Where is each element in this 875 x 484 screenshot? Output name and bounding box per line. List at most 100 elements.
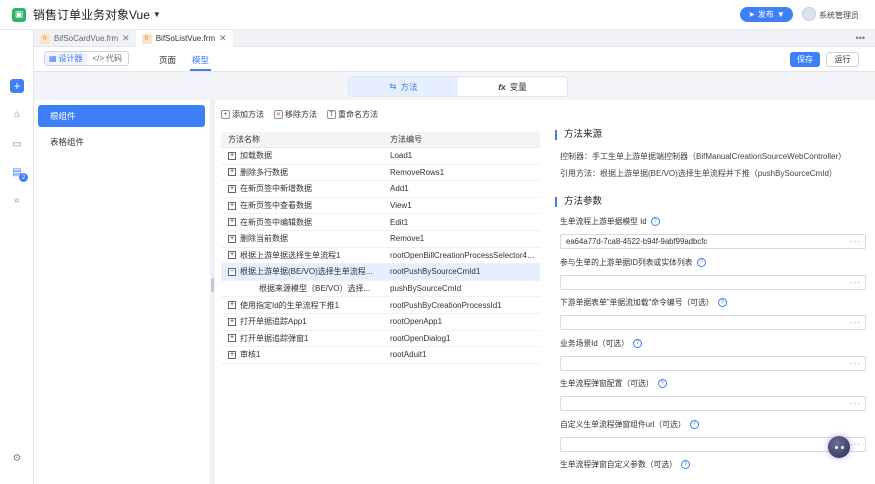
- remove-method-label: 移除方法: [285, 110, 317, 119]
- method-actions: + 添加方法 ✕ 移除方法 T 重命名方法: [221, 109, 378, 120]
- method-name-cell: + 删除当前数据: [221, 233, 385, 244]
- expand-icon[interactable]: +: [228, 317, 236, 326]
- param-input[interactable]: ···: [560, 355, 866, 371]
- method-name: 根据来源模型（BE/VO）选择...: [259, 284, 371, 294]
- param-label: 参与生单的上游单据ID列表或实体列表?: [560, 257, 706, 268]
- ellipsis-button[interactable]: ···: [850, 359, 861, 368]
- table-row[interactable]: + 在新页签中查看数据 View1: [221, 198, 540, 215]
- form-file-icon: fr: [141, 33, 152, 44]
- tab-page[interactable]: 页面: [159, 54, 176, 66]
- publish-button[interactable]: ➤ 发布 ▼: [740, 7, 793, 22]
- code-mode-button[interactable]: </> 代码: [87, 52, 129, 65]
- remove-method-button[interactable]: ✕ 移除方法: [274, 109, 317, 120]
- component-table[interactable]: 表格组件: [38, 131, 205, 153]
- help-icon[interactable]: ?: [657, 379, 667, 388]
- method-code-cell: Remove1: [390, 234, 425, 244]
- expand-icon[interactable]: +: [228, 234, 236, 243]
- username[interactable]: 系统管理员: [819, 10, 859, 21]
- table-row[interactable]: + 打开单据追踪App1 rootOpenApp1: [221, 314, 540, 331]
- flow-icon: ⇆: [389, 81, 397, 91]
- help-icon[interactable]: ?: [632, 338, 642, 348]
- gear-icon[interactable]: ⚙: [10, 451, 24, 465]
- ellipsis-button[interactable]: ···: [850, 237, 861, 246]
- variables-segment[interactable]: fx 变量: [458, 77, 567, 96]
- table-row[interactable]: + 打开单据追踪弹窗1 rootOpenDialog1: [221, 331, 540, 348]
- method-name: 在新页签中查看数据: [240, 201, 312, 211]
- send-icon: ➤: [748, 10, 755, 19]
- param-label-text: 下游单据表单"单据流加载"命令编号（可选）: [560, 298, 714, 307]
- table-row[interactable]: + 使用指定Id的生单流程下推1 rootPushByCreationProcess…: [221, 297, 540, 314]
- expand-icon[interactable]: +: [228, 334, 236, 343]
- param-input[interactable]: ···: [560, 396, 866, 411]
- method-name: 加载数据: [240, 151, 272, 161]
- method-code-cell: RemoveRows1: [390, 167, 445, 177]
- help-icon[interactable]: ?: [717, 298, 727, 307]
- table-row[interactable]: + 删除当前数据 Remove1: [221, 231, 540, 248]
- expand-icon[interactable]: +: [228, 301, 236, 310]
- method-name: 打开单据追踪弹窗1: [240, 333, 309, 343]
- table-row[interactable]: + 加载数据 Load1: [221, 148, 540, 165]
- table-row[interactable]: + 审核1 rootAduit1: [221, 347, 540, 364]
- method-name-cell: + 在新页签中查看数据: [221, 200, 385, 211]
- param-input[interactable]: ···: [560, 436, 866, 452]
- table-row[interactable]: + 删除多行数据 RemoveRows1: [221, 165, 540, 182]
- search-doc-icon[interactable]: ⌕: [10, 193, 24, 207]
- ellipsis-button[interactable]: ···: [850, 318, 861, 327]
- table-row[interactable]: + 根据上游单据选择生单流程1 rootOpenBillCreationProces…: [221, 248, 540, 265]
- expand-icon[interactable]: +: [228, 151, 236, 160]
- tab-bifsolistvue[interactable]: fr BifSoListVue.frm ✕: [135, 30, 233, 47]
- collapse-icon[interactable]: −: [228, 267, 236, 276]
- ellipsis-button[interactable]: ···: [850, 399, 861, 408]
- ellipsis-button[interactable]: ···: [850, 278, 861, 287]
- save-button[interactable]: 保存: [790, 52, 820, 67]
- home-icon[interactable]: ⌂: [10, 107, 24, 121]
- close-icon[interactable]: ✕: [122, 33, 130, 44]
- methods-segment[interactable]: ⇆ 方法: [349, 77, 458, 96]
- section-title-params: 方法参数: [555, 197, 602, 207]
- rename-method-label: 重命名方法: [338, 110, 378, 119]
- add-icon[interactable]: +: [10, 79, 24, 93]
- table-row[interactable]: − 根据上游单据(BE/VO)选择生单流程... rootPushBySourceC…: [221, 264, 540, 281]
- help-icon[interactable]: ?: [696, 257, 706, 267]
- tab-bifsocardvue[interactable]: fr BifSoCardVue.frm ✕: [34, 30, 136, 47]
- add-method-button[interactable]: + 添加方法: [221, 109, 264, 120]
- help-icon[interactable]: ?: [650, 217, 660, 226]
- help-icon[interactable]: ?: [680, 460, 690, 469]
- expand-icon[interactable]: +: [228, 201, 236, 210]
- app-title[interactable]: 销售订单业务对象Vue: [33, 6, 150, 23]
- rename-method-button[interactable]: T 重命名方法: [327, 109, 378, 120]
- close-icon[interactable]: ✕: [219, 33, 227, 44]
- chevron-down-icon[interactable]: ▼: [153, 10, 161, 19]
- param-label-text: 自定义生单流程弹窗组件url（可选）: [560, 419, 686, 429]
- expand-icon[interactable]: +: [228, 218, 236, 227]
- avatar[interactable]: [802, 7, 816, 21]
- table-row[interactable]: + 在新页签中新增数据 Add1: [221, 181, 540, 198]
- assistant-bot-icon[interactable]: [828, 436, 850, 458]
- monitor-icon[interactable]: ▭: [10, 137, 24, 151]
- designer-mode-button[interactable]: ▦ 设计器: [45, 52, 87, 65]
- more-icon[interactable]: •••: [856, 33, 865, 43]
- run-button[interactable]: 运行: [826, 52, 859, 67]
- method-name-cell: 根据来源模型（BE/VO）选择...: [221, 283, 385, 294]
- table-row[interactable]: 根据来源模型（BE/VO）选择... pushBySourceCmId: [221, 281, 540, 298]
- expand-icon[interactable]: +: [228, 350, 236, 359]
- table-row[interactable]: + 在新页签中编辑数据 Edit1: [221, 214, 540, 231]
- ellipsis-button[interactable]: ···: [850, 440, 861, 449]
- expand-icon[interactable]: +: [228, 184, 236, 193]
- param-input[interactable]: ea64a77d-7ca8-4522-b94f-9abf99adbcfc ···: [560, 234, 866, 249]
- drag-handle[interactable]: [211, 278, 214, 292]
- method-name-cell: + 审核1: [221, 349, 385, 360]
- method-code-cell: rootPushBySourceCmId1: [390, 267, 481, 277]
- tab-model[interactable]: 模型: [189, 54, 212, 71]
- add-icon: +: [221, 110, 230, 119]
- component-root[interactable]: 根组件: [38, 105, 205, 127]
- method-code-cell: rootOpenApp1: [390, 317, 443, 327]
- expand-icon[interactable]: +: [228, 251, 236, 260]
- method-detail-panel: 方法来源 控制器：手工生单上游单据端控制器（BifManualCreationS…: [545, 100, 875, 484]
- help-icon[interactable]: ?: [689, 419, 699, 429]
- param-input[interactable]: ···: [560, 274, 866, 290]
- param-label-text: 生单流程弹窗配置（可选）: [560, 379, 654, 388]
- expand-icon[interactable]: +: [228, 168, 236, 177]
- method-name-cell: + 在新页签中新增数据: [221, 183, 385, 194]
- param-input[interactable]: ···: [560, 315, 866, 330]
